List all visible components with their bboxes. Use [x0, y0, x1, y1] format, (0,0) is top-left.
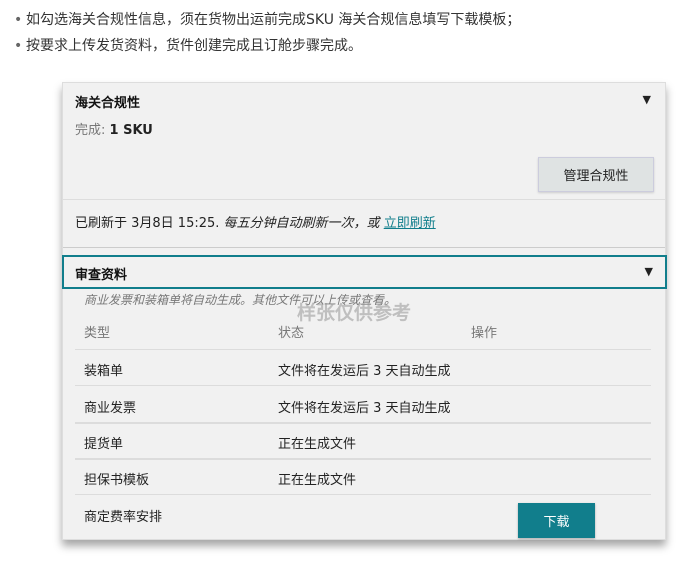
row-status: 正在生成文件 [278, 473, 357, 488]
bullet-text: 如勾选海关合规性信息，须在货物出运前完成SKU 海关合规信息填写下载模板； [26, 12, 521, 28]
bullet-1: • 如勾选海关合规性信息，须在货物出运前完成SKU 海关合规信息填写下载模板； [14, 12, 521, 28]
review-title: 审查资料 [75, 268, 128, 283]
row-status: 正在生成文件 [278, 437, 357, 452]
watermark: 样张仅供参考 [297, 302, 412, 324]
bullet-text: 按要求上传发货资料，货件创建完成且订舱步骤完成。 [26, 38, 362, 54]
refresh-time: 已刷新于 3月8日 15:25. [75, 216, 220, 231]
shipment-panel: 海关合规性 ▼ 完成: 1 SKU 管理合规性 已刷新于 3月8日 15:25.… [62, 82, 667, 540]
row-status: 文件将在发运后 3 天自动生成 [278, 401, 451, 416]
chevron-down-icon: ▼ [644, 265, 653, 278]
refresh-now-link[interactable]: 立即刷新 [384, 216, 436, 231]
done-label: 完成: [75, 123, 106, 138]
row-type: 提货单 [84, 437, 124, 452]
refresh-status: 已刷新于 3月8日 15:25. 每五分钟自动刷新一次，或 立即刷新 [75, 212, 436, 231]
done-value: 1 SKU [109, 123, 153, 138]
chevron-down-icon[interactable]: ▼ [643, 93, 651, 106]
col-actions: 操作 [471, 326, 498, 341]
bullet-2: • 按要求上传发货资料，货件创建完成且订舱步骤完成。 [14, 38, 362, 54]
compliance-title: 海关合规性 [75, 96, 141, 111]
manage-compliance-button[interactable]: 管理合规性 [538, 157, 654, 192]
row-type: 担保书模板 [84, 473, 150, 488]
col-status: 状态 [278, 326, 305, 341]
row-type: 装箱单 [84, 364, 124, 379]
row-type: 商业发票 [84, 401, 137, 416]
col-type: 类型 [84, 326, 111, 341]
divider [63, 199, 665, 200]
divider [63, 247, 665, 248]
download-button[interactable]: 下载 [518, 503, 595, 538]
refresh-auto: 每五分钟自动刷新一次，或 [223, 216, 380, 231]
row-type: 商定费率安排 [84, 510, 163, 525]
row-status: 文件将在发运后 3 天自动生成 [278, 364, 451, 379]
review-header[interactable]: 审查资料 ▼ [62, 255, 667, 289]
